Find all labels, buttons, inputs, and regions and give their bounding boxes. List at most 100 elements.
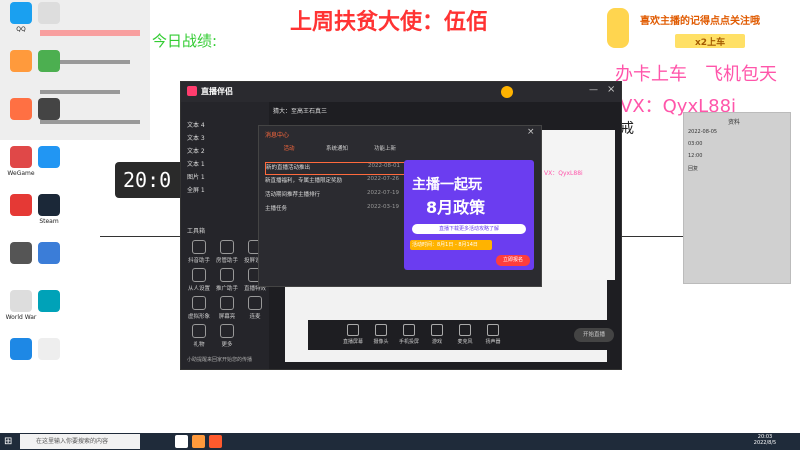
bottom-tool-label: 直播屏幕 [342,339,363,345]
desktop-icon[interactable] [30,338,68,362]
app-icon [10,98,32,120]
desktop-icon[interactable]: Steam [30,194,68,225]
tool-icon [192,324,206,338]
info-panel: 资料 2022-08-05 03:00 12:00 回复 [683,112,791,284]
tool-icon [220,324,234,338]
message-text: 主播任务 [265,206,288,212]
scene-item[interactable]: 文本 4 [187,120,205,130]
bottom-tool[interactable]: 直播屏幕 [342,324,364,345]
desktop-icon[interactable] [30,50,68,74]
desktop-icon-label: QQ [16,26,26,33]
taskbar-app-icon[interactable] [192,435,205,448]
tool-item[interactable]: 屏幕亮 [213,296,241,320]
today-score-label: 今日战绩: [152,32,218,50]
dialog-tab[interactable]: 功能上新 [363,144,407,152]
app-icon [38,146,60,168]
tool-icon [220,296,234,310]
dialog-title: 消息中心 [265,132,290,139]
taskbar-app-icon[interactable] [175,435,188,448]
desktop-icon[interactable] [30,146,68,170]
tool-item[interactable]: 从人设置 [185,268,213,292]
message-text: 活动期间推荐主播排行 [265,192,321,198]
bottom-tool-icon [459,324,471,336]
bottom-tool[interactable]: 扬声器 [482,324,504,345]
app-icon [10,194,32,216]
desktop-icon[interactable] [30,290,68,314]
scene-item[interactable]: 文本 1 [187,159,205,169]
app-icon [38,338,60,360]
side-glyph: 戒 [620,121,634,137]
minimize-icon[interactable]: — [589,85,598,95]
bottom-tool-label: 手机投屏 [398,339,419,345]
desktop-icon-label: World War [5,314,37,321]
tool-item[interactable]: 更多 [213,324,241,348]
app-icon [10,242,32,264]
tool-label: 虚拟形象 [187,314,210,320]
tool-icon [192,296,206,310]
desktop-icon[interactable] [30,2,68,26]
start-live-button[interactable]: 开始直播 [574,328,614,342]
bottom-tool-label: 游戏 [431,339,442,345]
info-line: 12:00 [688,153,703,159]
scene-item[interactable]: 全屏 1 [187,185,205,195]
scene-item[interactable]: 图片 1 [187,172,205,182]
bottom-tool[interactable]: 摄像头 [370,324,392,345]
bottom-tool-label: 扬声器 [485,339,501,345]
tool-item[interactable]: 推广助手 [213,268,241,292]
app-titlebar: 直播伴侣 — × [181,82,621,102]
tool-label: 礼物 [193,342,205,348]
message-text: 新直播福利，专属主播限定奖励 [265,178,343,184]
desktop-icon[interactable] [30,98,68,122]
tool-item[interactable]: 礼物 [185,324,213,348]
tool-label: 连麦 [249,314,261,320]
banner-signup-button[interactable]: 立即报名 [496,255,530,266]
taskbar-app-icon[interactable] [209,435,222,448]
dialog-tab[interactable]: 系统通知 [315,144,359,152]
scene-item[interactable]: 文本 2 [187,146,205,156]
windows-start-icon[interactable]: ⊞ [4,436,15,447]
tool-label: 从人设置 [187,286,210,292]
tool-item[interactable]: 抖音助手 [185,240,213,264]
message-date: 2022-07-19 [367,190,399,196]
app-icon [38,242,60,264]
info-line: 03:00 [688,141,703,147]
preview-mirror: VX：QyxL88i [540,130,615,280]
app-icon [38,98,60,120]
search-input[interactable]: 在这里输入你要搜索的内容 [20,434,140,449]
tool-item[interactable]: 连麦 [241,296,269,320]
message-date: 2022-08-01 [368,163,400,169]
message-row[interactable]: 新的直播活动推出 2022-08-01 [265,162,405,175]
tool-label: 更多 [221,342,233,348]
bottom-toolbar: 直播屏幕 摄像头 手机投屏 游戏 麦克风 扬声器 开始直播 [308,320,620,350]
promo-banner[interactable]: 主播一起玩 8月政策 直播下载更多活动攻略了解 活动时间：8月1日 - 8月14… [404,160,534,270]
bottom-tool[interactable]: 麦克风 [454,324,476,345]
scene-panel: 文本 4 文本 3 文本 2 文本 1 图片 1 全屏 1 工具箱 抖音助手 房管助手 投屏设… [181,102,269,369]
message-date: 2022-03-19 [367,204,399,210]
clock-tray: 20:03 2022/8/5 [750,434,780,446]
tool-item[interactable]: 房管助手 [213,240,241,264]
bottom-tool[interactable]: 手机投屏 [398,324,420,345]
message-row[interactable]: 活动期间推荐主播排行 2022-07-19 [265,190,403,201]
clock-widget: 20:0 [115,162,185,198]
promo-line2: 飞机包天 [705,64,777,85]
footer-note: 小助提醒来回家开始您的传播 [187,357,253,363]
message-row[interactable]: 主播任务 2022-03-19 [265,204,403,215]
banner-title2: 8月政策 [426,198,486,217]
banner-dates: 活动时间：8月1日 - 8月14日 [410,240,492,250]
banner-title1: 主播一起玩 [412,177,482,193]
avatar[interactable] [501,86,513,98]
message-row[interactable]: 新直播福利，专属主播限定奖励 2022-07-26 [265,176,403,187]
scene-item[interactable]: 文本 3 [187,133,205,143]
tool-item[interactable]: 虚拟形象 [185,296,213,320]
tool-label: 房管助手 [215,258,238,264]
desktop-icon[interactable] [30,242,68,266]
info-line: 回复 [688,166,699,172]
tool-label: 推广助手 [215,286,238,292]
dialog-tab[interactable]: 活动 [267,144,311,152]
bottom-tool-label: 麦克风 [457,339,473,345]
app-icon [10,2,32,24]
app-icon [38,2,60,24]
dialog-close-icon[interactable]: × [527,127,535,137]
close-icon[interactable]: × [607,84,615,95]
bottom-tool[interactable]: 游戏 [426,324,448,345]
